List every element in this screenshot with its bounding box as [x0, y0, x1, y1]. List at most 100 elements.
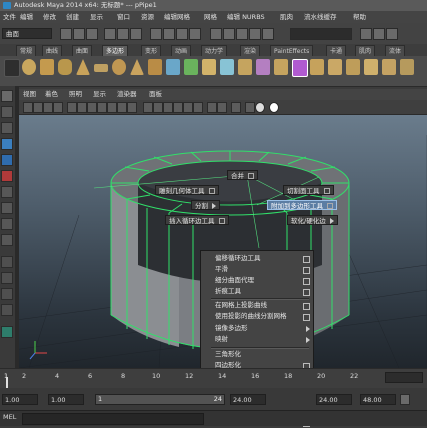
wireframe-on-shaded-icon[interactable]: [163, 102, 173, 113]
single-view-layout-icon[interactable]: [1, 256, 13, 268]
shelf-tab-deformation[interactable]: 变形: [141, 45, 162, 56]
mirror-geometry-icon[interactable]: [292, 59, 308, 77]
rotate-tool-icon[interactable]: [1, 154, 13, 166]
max-frame-field[interactable]: 48.00: [360, 394, 396, 405]
marking-interactive-split-item[interactable]: 雕刻几何体工具: [155, 185, 219, 195]
marking-soften-harden-item[interactable]: 软化/硬化边: [287, 215, 338, 225]
select-camera-icon[interactable]: [23, 102, 33, 113]
shelf-options-icon[interactable]: [4, 59, 20, 77]
open-scene-icon[interactable]: [73, 28, 85, 40]
history-icon[interactable]: [210, 28, 222, 40]
universal-manipulator-icon[interactable]: [1, 186, 13, 198]
menu-window[interactable]: 窗口: [117, 11, 130, 23]
option-box-icon[interactable]: [303, 303, 310, 310]
submenu-item[interactable]: 使用投影的曲线分割网格: [215, 311, 313, 322]
append-polygon-icon[interactable]: [346, 59, 360, 75]
select-component-icon[interactable]: [130, 28, 142, 40]
submenu-item[interactable]: 镜像多边形: [215, 323, 313, 334]
shelf-tab-curves[interactable]: 曲线: [42, 45, 63, 56]
render-icon[interactable]: [236, 28, 248, 40]
current-time-field[interactable]: [385, 372, 423, 383]
safe-title-icon[interactable]: [127, 102, 137, 113]
submenu-item[interactable]: 平滑: [215, 264, 313, 275]
use-all-lights-icon[interactable]: [183, 102, 193, 113]
marking-split-item[interactable]: 分割: [191, 200, 220, 210]
outliner-icon[interactable]: [1, 326, 13, 338]
marking-merge-item[interactable]: 合并: [227, 170, 258, 180]
animation-start-field[interactable]: 1.00: [2, 394, 38, 405]
uv-editor-icon[interactable]: [400, 59, 414, 75]
submenu-item[interactable]: 映射: [215, 334, 313, 345]
render-view-icon[interactable]: [223, 28, 235, 40]
poly-pipe-icon[interactable]: [148, 59, 162, 75]
panel-menu-panels[interactable]: 面板: [149, 89, 162, 100]
move-tool-icon[interactable]: [1, 138, 13, 150]
insert-edge-loop-icon[interactable]: [382, 59, 396, 75]
panel-menu-lighting[interactable]: 照明: [69, 89, 82, 100]
submenu-item[interactable]: 在网格上投影曲线: [215, 300, 313, 311]
tool-settings-icon[interactable]: [373, 28, 385, 40]
menu-help[interactable]: 帮助: [353, 11, 366, 23]
shelf-tab-general[interactable]: 常规: [16, 45, 37, 56]
playback-start-field[interactable]: 1.00: [48, 394, 84, 405]
ambient-occlusion-icon[interactable]: [255, 102, 265, 113]
shelf-tab-dynamics[interactable]: 动力学: [201, 45, 228, 56]
scale-tool-icon[interactable]: [1, 170, 13, 182]
four-view-layout-icon[interactable]: [1, 272, 13, 284]
menu-set-dropdown[interactable]: 曲面: [2, 28, 52, 39]
playback-end-field[interactable]: 24.00: [230, 394, 266, 405]
menu-assets[interactable]: 资源: [141, 11, 154, 23]
option-box-icon[interactable]: [248, 173, 254, 179]
snap-curve-icon[interactable]: [163, 28, 175, 40]
menu-create[interactable]: 创建: [66, 11, 79, 23]
poly-cube-icon[interactable]: [40, 59, 54, 75]
new-scene-icon[interactable]: [60, 28, 72, 40]
high-quality-icon[interactable]: [245, 102, 255, 113]
animation-end-field[interactable]: 24.00: [316, 394, 352, 405]
isolate-select-icon[interactable]: [231, 102, 241, 113]
menu-edit-mesh[interactable]: 编辑网格: [164, 11, 190, 23]
extrude-icon[interactable]: [310, 59, 324, 75]
anim-prefs-icon[interactable]: [400, 394, 410, 405]
shelf-tab-painteffects[interactable]: PaintEffects: [270, 45, 314, 56]
last-tool-icon[interactable]: [1, 234, 13, 246]
image-plane-icon[interactable]: [53, 102, 63, 113]
menu-mesh[interactable]: 网格: [204, 11, 217, 23]
motion-blur-icon[interactable]: [269, 102, 279, 113]
panel-menu-view[interactable]: 视图: [23, 89, 36, 100]
shelf-tab-fluids[interactable]: 流体: [385, 45, 406, 56]
persp-graph-layout-icon[interactable]: [1, 304, 13, 316]
ipr-render-icon[interactable]: [249, 28, 261, 40]
camera-attributes-icon[interactable]: [33, 102, 43, 113]
shelf-tab-muscle[interactable]: 肌肉: [355, 45, 376, 56]
xray-icon[interactable]: [207, 102, 217, 113]
option-box-icon[interactable]: [208, 188, 215, 194]
soft-mod-tool-icon[interactable]: [1, 202, 13, 214]
lasso-tool-icon[interactable]: [1, 106, 13, 118]
panel-menu-shading[interactable]: 着色: [45, 89, 58, 100]
poly-cylinder-icon[interactable]: [58, 59, 72, 75]
option-box-icon[interactable]: [303, 289, 310, 296]
submenu-item[interactable]: 细分曲面代理: [215, 275, 313, 286]
shelf-tab-polygons[interactable]: 多边形: [102, 45, 129, 56]
bookmarks-icon[interactable]: [43, 102, 53, 113]
channel-box-icon[interactable]: [386, 28, 398, 40]
shelf-tab-rendering[interactable]: 渲染: [240, 45, 261, 56]
paint-select-tool-icon[interactable]: [1, 122, 13, 134]
panel-menu-show[interactable]: 显示: [93, 89, 106, 100]
grid-toggle-icon[interactable]: [67, 102, 77, 113]
split-polygon-icon[interactable]: [364, 59, 378, 75]
show-manipulator-icon[interactable]: [1, 218, 13, 230]
wireframe-icon[interactable]: [143, 102, 153, 113]
marking-append-polygon-item[interactable]: 附加到多边形工具: [267, 200, 337, 210]
bool-union-icon[interactable]: [238, 59, 252, 75]
snap-grid-icon[interactable]: [150, 28, 162, 40]
option-box-icon[interactable]: [303, 278, 310, 285]
option-box-icon[interactable]: [323, 188, 330, 194]
combine-icon[interactable]: [166, 59, 180, 75]
snap-point-icon[interactable]: [176, 28, 188, 40]
smooth-shade-icon[interactable]: [153, 102, 163, 113]
shadows-icon[interactable]: [193, 102, 203, 113]
option-box-icon[interactable]: [303, 267, 310, 274]
menu-modify[interactable]: 修改: [43, 11, 56, 23]
